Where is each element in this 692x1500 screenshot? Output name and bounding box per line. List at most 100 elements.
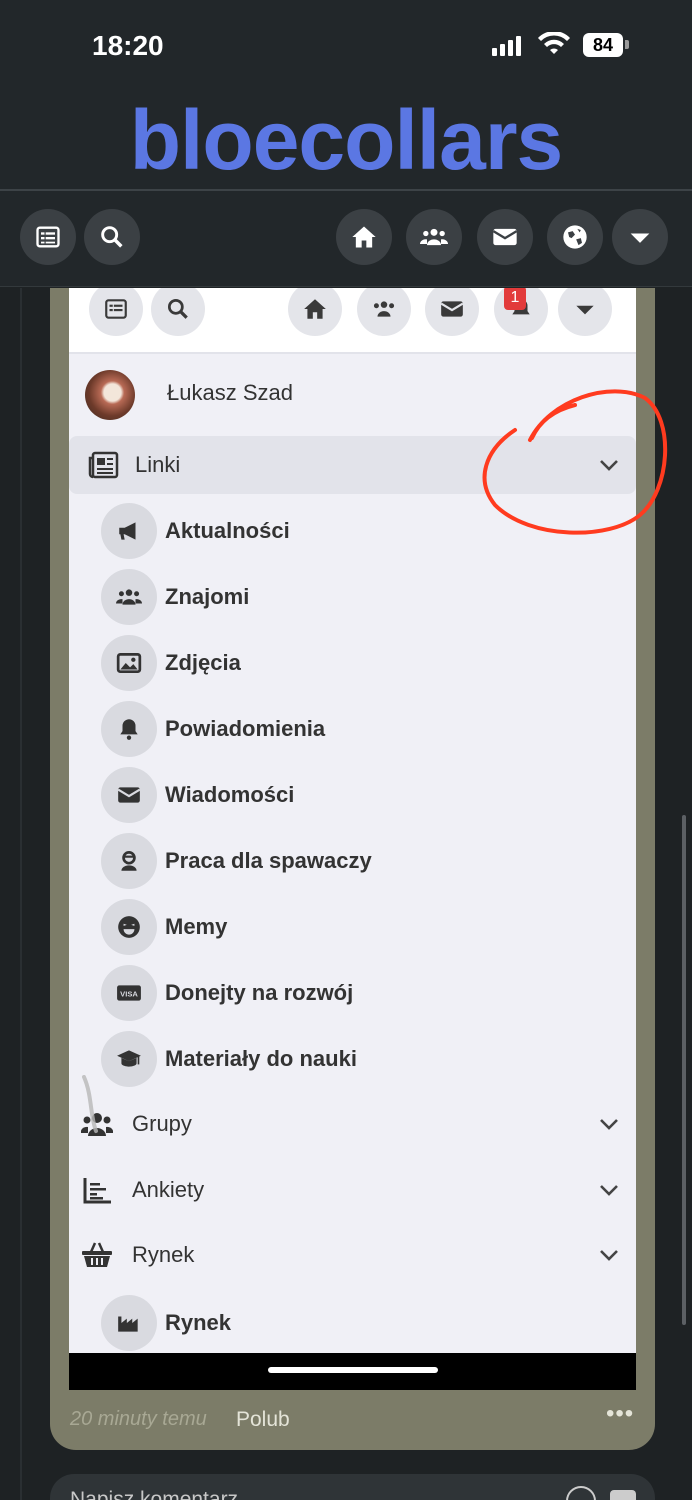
chevron-down-icon [596,1111,622,1137]
graduation-cap-icon [101,1031,157,1087]
signal-icon [492,36,521,56]
mail-icon [440,301,464,317]
basket-icon [81,1240,113,1270]
list-item: Rynek [101,1293,621,1353]
list-icon [105,299,127,319]
image-icon [101,635,157,691]
friends-icon [420,228,448,246]
profile-name: Łukasz Szad [167,380,293,405]
home-icon [352,226,376,248]
home-icon [304,299,326,319]
list-item-label: Praca dla spawaczy [165,848,372,873]
inner-list-button [89,288,143,336]
list-item: Znajomi [101,567,621,627]
section-rynek: Rynek [69,1226,636,1284]
status-time: 18:20 [92,30,164,61]
visa-card-icon: VISA [101,965,157,1021]
page-rail [20,288,22,1500]
mail-icon [492,228,518,246]
search-icon [101,226,123,248]
section-linki: Linki [69,436,636,494]
notification-badge: 1 [504,288,526,310]
list-item: Zdjęcia [101,633,621,693]
section-label: Ankiety [132,1177,205,1202]
globe-button[interactable] [547,209,603,265]
list-item: Powiadomienia [101,699,621,759]
post-image[interactable]: 1 Łukasz Szad Linki Aktualności Znajomi … [69,288,636,1353]
newspaper-icon [87,450,119,480]
friends-icon [373,301,395,317]
emoji-icon[interactable] [566,1486,596,1500]
section-ankiety: Ankiety [69,1161,636,1219]
section-label: Rynek [132,1242,195,1267]
friends-icon [101,569,157,625]
inner-notifications-button: 1 [494,288,548,336]
list-item-label: Powiadomienia [165,716,326,741]
battery-indicator: 84 [583,33,623,57]
section-grupy: Grupy [69,1095,636,1153]
gesture-mark [82,1075,98,1133]
list-item-label: Materiały do nauki [165,1046,357,1071]
list-item-label: Zdjęcia [165,650,241,675]
more-options-button[interactable]: ••• [606,1400,634,1428]
list-item: VISA Donejty na rozwój [101,963,621,1023]
globe-icon [563,225,587,249]
section-label: Grupy [132,1111,192,1136]
worker-icon [101,833,157,889]
bar-chart-icon [81,1175,113,1205]
laugh-icon [101,899,157,955]
status-bar: 18:20 84 [0,0,692,90]
inner-dropdown-button [558,288,612,336]
inner-home-indicator [69,1353,636,1390]
list-item: Aktualności [101,501,621,561]
inner-navbar: 1 [69,288,636,354]
comment-placeholder: Napisz komentarz... [70,1488,256,1500]
bell-icon [101,701,157,757]
inner-home-button [288,288,342,336]
list-item-label: Donejty na rozwój [165,980,354,1005]
chevron-down-icon [596,452,622,478]
section-label: Linki [135,452,181,477]
megaphone-icon [101,503,157,559]
list-item: Memy [101,897,621,957]
home-button[interactable] [336,209,392,265]
site-logo[interactable]: bloecollars [0,90,692,190]
battery-tip-icon [625,40,629,49]
caret-down-icon [576,305,594,315]
inner-search-button [151,288,205,336]
factory-icon [101,1295,157,1351]
mail-icon [101,767,157,823]
list-item-label: Rynek [165,1310,232,1335]
camera-icon[interactable] [610,1490,636,1500]
avatar [85,370,135,420]
list-item: Praca dla spawaczy [101,831,621,891]
wifi-icon [538,32,570,54]
list-item-label: Wiadomości [165,782,295,807]
chevron-down-icon [596,1242,622,1268]
search-icon [167,298,188,319]
comment-input[interactable]: Napisz komentarz... [50,1474,655,1500]
list-item-label: Znajomi [165,584,250,609]
list-item: Wiadomości [101,765,621,825]
like-button[interactable]: Polub [236,1408,290,1432]
list-icon [36,226,60,248]
inner-friends-button [357,288,411,336]
chevron-down-icon [596,1177,622,1203]
home-bar [268,1367,438,1373]
caret-down-icon [630,233,650,243]
friends-button[interactable] [406,209,462,265]
messages-button[interactable] [477,209,533,265]
more-dropdown-button[interactable] [612,209,668,265]
list-item-label: Aktualności [165,518,290,543]
list-item-label: Memy [165,914,228,939]
svg-text:VISA: VISA [120,989,138,998]
profile-row: Łukasz Szad [69,358,636,430]
list-item: Materiały do nauki [101,1029,621,1089]
post-timestamp: 20 minuty temu [70,1408,207,1430]
scrollbar[interactable] [682,815,686,1325]
search-button[interactable] [84,209,140,265]
menu-list-button[interactable] [20,209,76,265]
site-header: bloecollars [0,90,692,190]
top-navbar [0,191,692,287]
inner-messages-button [425,288,479,336]
